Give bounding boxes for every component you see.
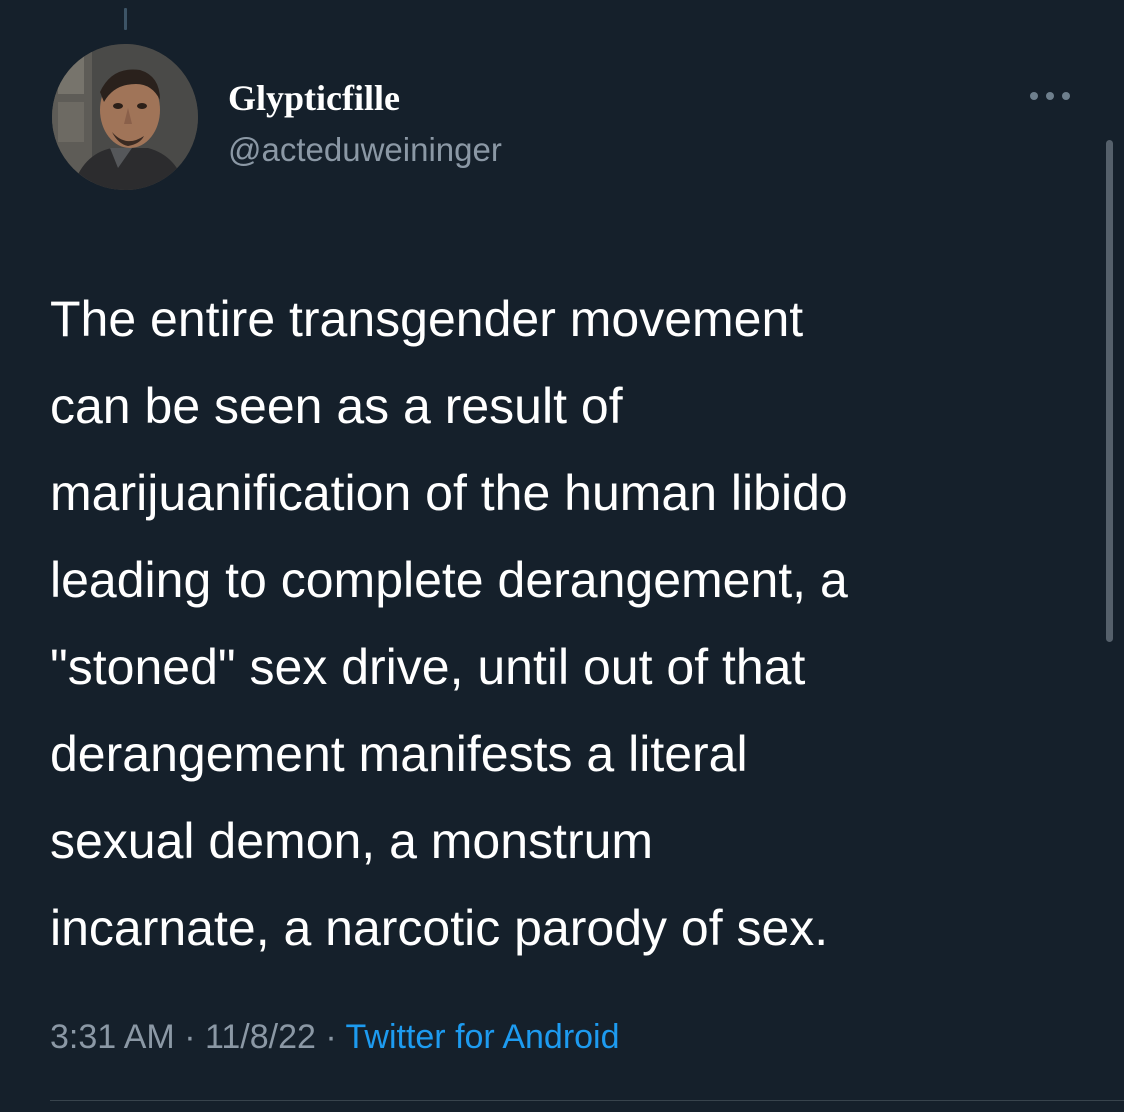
tweet-metadata: 3:31 AM · 11/8/22 · Twitter for Android (50, 1012, 620, 1062)
scrollbar[interactable] (1106, 140, 1113, 642)
more-options-button[interactable] (1024, 82, 1076, 110)
author-display-name[interactable]: Glypticfille (228, 76, 400, 120)
divider (50, 1100, 1124, 1101)
tweet-date[interactable]: 11/8/22 (205, 1018, 316, 1056)
dot (1062, 92, 1070, 100)
avatar[interactable] (52, 44, 198, 190)
tweet-source-link[interactable]: Twitter for Android (346, 1018, 620, 1056)
author-handle[interactable]: @acteduweininger (228, 130, 502, 170)
dot (1046, 92, 1054, 100)
meta-separator: · (315, 1018, 346, 1056)
avatar-image (52, 44, 198, 190)
tweet-text: The entire transgender movement can be s… (50, 291, 848, 956)
thread-connector-line (124, 8, 127, 30)
dot (1030, 92, 1038, 100)
meta-separator: · (174, 1018, 205, 1056)
more-horizontal-icon (1030, 92, 1070, 100)
tweet-time[interactable]: 3:31 AM (50, 1018, 175, 1056)
